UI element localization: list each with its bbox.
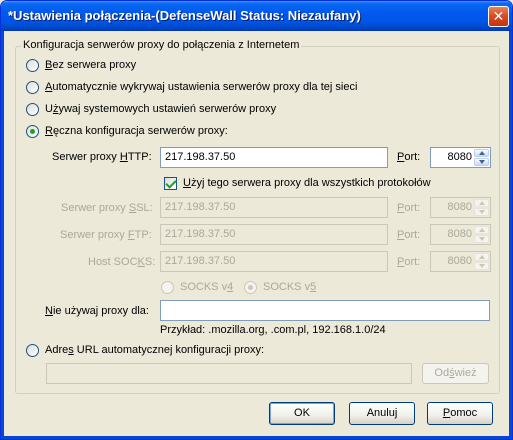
proxy-group-box: [15, 46, 500, 394]
radio-socks-v5-label: SOCKS v5: [263, 281, 317, 293]
radio-no-proxy-button[interactable]: [26, 59, 39, 72]
socks-port-down-icon[interactable]: [474, 262, 489, 270]
socks-port-stepper[interactable]: 8080: [430, 251, 491, 272]
socks-port-label: Port:: [397, 256, 421, 268]
radio-socks-v4-label: SOCKS v4: [180, 281, 234, 293]
http-port-label: Port:: [397, 151, 421, 163]
socks-host-input[interactable]: 217.198.37.50: [160, 251, 388, 272]
radio-socks-v4-button[interactable]: [161, 281, 174, 294]
ftp-port-down-icon[interactable]: [474, 235, 489, 243]
ftp-proxy-label: Serwer proxy FTP:: [60, 229, 152, 241]
ftp-proxy-input[interactable]: 217.198.37.50: [160, 224, 388, 245]
auto-config-url-input[interactable]: [46, 363, 412, 384]
http-proxy-label: Serwer proxy HTTP:: [52, 151, 152, 163]
dialog-window: *Ustawienia połączenia-(DefenseWall Stat…: [0, 0, 513, 440]
radio-manual-config-button[interactable]: [26, 125, 39, 138]
ftp-port-spin-buttons: [474, 226, 489, 243]
http-port-up-icon[interactable]: [474, 149, 489, 157]
ssl-port-label: Port:: [397, 202, 421, 214]
window-title: *Ustawienia połączenia-(DefenseWall Stat…: [8, 8, 361, 23]
http-port-stepper[interactable]: 8080: [430, 147, 491, 168]
reload-button[interactable]: Odśwież: [422, 363, 489, 384]
http-port-down-icon[interactable]: [474, 158, 489, 166]
title-bar[interactable]: *Ustawienia połączenia-(DefenseWall Stat…: [1, 1, 512, 31]
radio-auto-config-url-label: Adres URL automatycznej konfiguracji pro…: [45, 344, 265, 356]
http-proxy-input[interactable]: 217.198.37.50: [160, 147, 388, 168]
http-port-spin-buttons: [474, 149, 489, 166]
radio-socks-v5-button[interactable]: [244, 281, 257, 294]
window-frame-right: [509, 31, 512, 439]
ftp-port-stepper[interactable]: 8080: [430, 224, 491, 245]
radio-auto-detect-label: Automatycznie wykrywaj ustawienia serwer…: [45, 81, 358, 93]
socks-host-label: Host SOCKS:: [88, 256, 156, 268]
radio-auto-config-url-button[interactable]: [26, 344, 39, 357]
radio-manual-config-label: Ręczna konfiguracja serwerów proxy:: [45, 125, 228, 137]
group-legend: Konfiguracja serwerów proxy do połączeni…: [21, 39, 302, 51]
socks-port-spin-buttons: [474, 253, 489, 270]
radio-system-settings-label: Używaj systemowych ustawień serwerów pro…: [45, 103, 277, 115]
window-frame-bottom: [1, 436, 512, 439]
ssl-proxy-label: Serwer proxy SSL:: [61, 202, 153, 214]
no-proxy-for-input[interactable]: [160, 300, 490, 321]
use-for-all-checkbox[interactable]: [164, 177, 177, 190]
ok-button[interactable]: OK: [269, 402, 335, 425]
ssl-port-up-icon[interactable]: [474, 199, 489, 207]
no-proxy-example: Przykład: .mozilla.org, .com.pl, 192.168…: [160, 324, 386, 336]
ftp-port-value: 8080: [447, 228, 472, 240]
ssl-proxy-input[interactable]: 217.198.37.50: [160, 197, 388, 218]
help-button[interactable]: Pomoc: [427, 402, 493, 425]
ssl-port-spin-buttons: [474, 199, 489, 216]
http-port-value: 8080: [447, 151, 472, 163]
close-icon: ✕: [492, 8, 505, 24]
ftp-port-label: Port:: [397, 229, 421, 241]
ssl-port-stepper[interactable]: 8080: [430, 197, 491, 218]
cancel-button[interactable]: Anuluj: [349, 402, 415, 425]
ssl-port-down-icon[interactable]: [474, 208, 489, 216]
radio-system-settings-button[interactable]: [26, 103, 39, 116]
radio-auto-detect-button[interactable]: [26, 81, 39, 94]
socks-port-up-icon[interactable]: [474, 253, 489, 261]
ftp-port-up-icon[interactable]: [474, 226, 489, 234]
window-frame-left: [1, 31, 4, 439]
ssl-port-value: 8080: [447, 201, 472, 213]
use-for-all-label: Użyj tego serwera proxy dla wszystkich p…: [183, 177, 431, 189]
no-proxy-for-label: Nie używaj proxy dla:: [45, 305, 149, 317]
close-button[interactable]: ✕: [488, 6, 509, 27]
socks-port-value: 8080: [447, 255, 472, 267]
radio-no-proxy-label: Bez serwera proxy: [45, 59, 137, 71]
